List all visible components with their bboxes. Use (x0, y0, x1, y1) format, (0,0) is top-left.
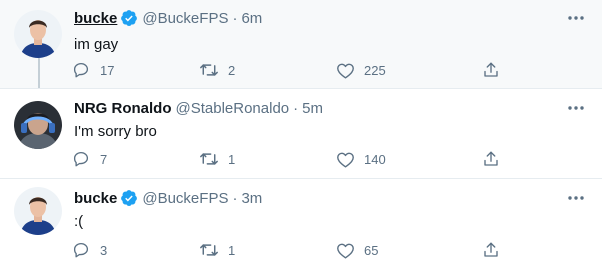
share-icon (474, 58, 508, 82)
retweet-count: 1 (228, 151, 236, 167)
retweet-button[interactable]: 2 (192, 58, 235, 82)
thread-connector-line (38, 58, 40, 88)
separator-dot: · (293, 99, 299, 117)
retweet-button[interactable]: 1 (192, 238, 235, 262)
timestamp[interactable]: 5m (302, 100, 323, 117)
reply-icon (64, 147, 98, 171)
heart-icon (328, 147, 362, 171)
share-icon (474, 238, 508, 262)
tweet-text: im gay (74, 36, 119, 53)
tweet-text: I'm sorry bro (74, 123, 157, 140)
timestamp[interactable]: 3m (241, 190, 262, 207)
verified-badge-icon (120, 189, 138, 207)
tweet-actions: 7 1 140 (64, 147, 504, 171)
retweet-count: 1 (228, 242, 236, 258)
share-icon (474, 147, 508, 171)
retweet-icon (192, 238, 226, 262)
retweet-icon (192, 147, 226, 171)
tweet[interactable]: bucke @BuckeFPS · 3m :( 3 1 65 (0, 178, 602, 266)
display-name[interactable]: bucke (74, 190, 117, 207)
reply-count: 17 (100, 62, 115, 78)
separator-dot: · (232, 189, 238, 207)
avatar[interactable] (14, 10, 62, 58)
tweet[interactable]: NRG Ronaldo @StableRonaldo · 5m I'm sorr… (0, 88, 602, 178)
display-name[interactable]: NRG Ronaldo (74, 100, 172, 117)
user-handle[interactable]: @StableRonaldo (176, 100, 290, 117)
retweet-button[interactable]: 1 (192, 147, 235, 171)
reply-button[interactable]: 3 (64, 238, 107, 262)
more-options-icon[interactable] (566, 98, 586, 118)
reply-count: 7 (100, 151, 108, 167)
share-button[interactable] (474, 147, 508, 171)
tweet-actions: 3 1 65 (64, 238, 504, 262)
share-button[interactable] (474, 58, 508, 82)
avatar[interactable] (14, 101, 62, 149)
reply-icon (64, 58, 98, 82)
tweet[interactable]: bucke @BuckeFPS · 6m im gay 17 2 225 (0, 0, 602, 88)
like-count: 140 (364, 151, 386, 167)
like-count: 225 (364, 62, 386, 78)
like-button[interactable]: 225 (328, 58, 386, 82)
verified-badge-icon (120, 9, 138, 27)
display-name[interactable]: bucke (74, 10, 117, 27)
like-count: 65 (364, 242, 379, 258)
reply-button[interactable]: 7 (64, 147, 107, 171)
reply-icon (64, 238, 98, 262)
more-options-icon[interactable] (566, 188, 586, 208)
share-button[interactable] (474, 238, 508, 262)
retweet-icon (192, 58, 226, 82)
separator-dot: · (232, 9, 238, 27)
tweet-actions: 17 2 225 (64, 58, 504, 82)
more-options-icon[interactable] (566, 8, 586, 28)
like-button[interactable]: 65 (328, 238, 378, 262)
heart-icon (328, 58, 362, 82)
heart-icon (328, 238, 362, 262)
tweet-text: :( (74, 213, 84, 230)
reply-button[interactable]: 17 (64, 58, 114, 82)
timestamp[interactable]: 6m (241, 10, 262, 27)
user-handle[interactable]: @BuckeFPS (142, 10, 228, 27)
avatar[interactable] (14, 187, 62, 235)
user-handle[interactable]: @BuckeFPS (142, 190, 228, 207)
reply-count: 3 (100, 242, 108, 258)
like-button[interactable]: 140 (328, 147, 386, 171)
retweet-count: 2 (228, 62, 236, 78)
